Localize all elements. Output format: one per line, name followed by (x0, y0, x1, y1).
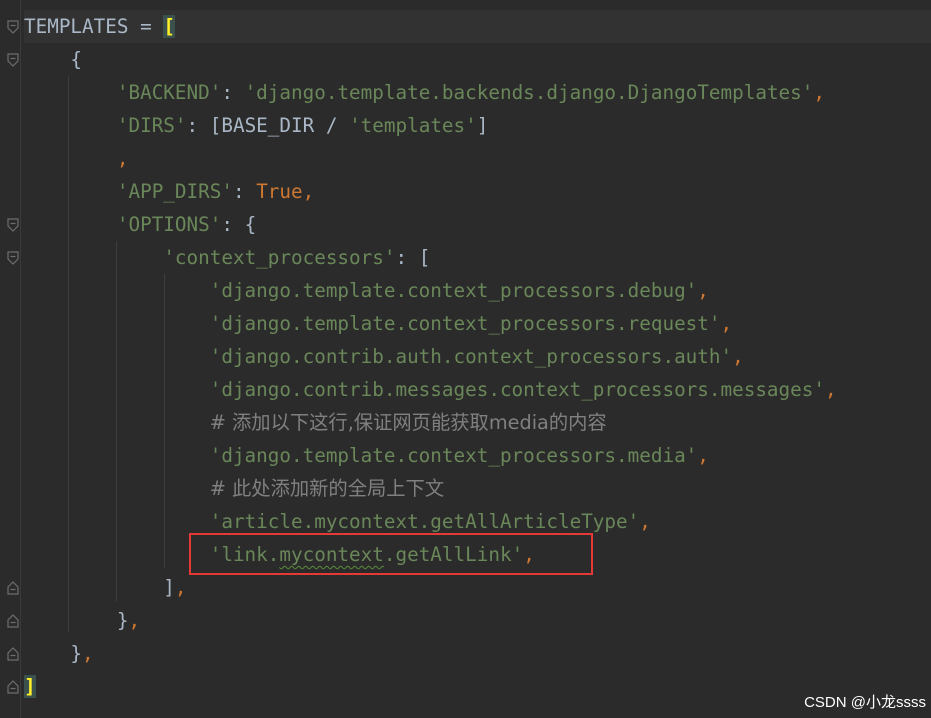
code-line[interactable]: }, (24, 604, 140, 637)
code-token: True (256, 180, 303, 203)
code-line[interactable]: 'django.template.context_processors.requ… (24, 307, 732, 340)
code-token: } (24, 609, 129, 632)
code-token: , (174, 576, 187, 599)
code-token: 'APP_DIRS' (116, 180, 233, 203)
code-token: , (813, 81, 825, 104)
code-token: ] (24, 675, 36, 698)
code-token: 'DIRS' (116, 114, 187, 137)
code-token: 'django.contrib.messages.context_process… (209, 378, 825, 401)
code-token: : [ (395, 246, 431, 269)
code-token: media (488, 411, 549, 434)
fold-close-icon[interactable] (6, 680, 20, 694)
fold-open-icon[interactable] (6, 251, 20, 265)
code-token: 'OPTIONS' (116, 213, 222, 236)
code-token: , (639, 510, 651, 533)
code-line[interactable]: { (24, 43, 82, 76)
code-line[interactable]: 'django.template.context_processors.medi… (24, 439, 709, 472)
code-line[interactable]: TEMPLATES = [ (24, 10, 175, 43)
code-token: ] (476, 114, 489, 137)
code-line[interactable]: 'DIRS': [BASE_DIR / 'templates'] (24, 109, 489, 142)
code-token: 'django.template.context_processors.debu… (209, 279, 698, 302)
code-line[interactable]: ] (24, 670, 36, 703)
watermark: CSDN @小龙ssss (804, 694, 926, 711)
code-line[interactable]: 'django.contrib.messages.context_process… (24, 373, 837, 406)
fold-open-icon[interactable] (6, 20, 20, 34)
code-line[interactable]: ], (24, 571, 187, 604)
code-line[interactable]: 'context_processors': [ (24, 241, 430, 274)
code-token: : (232, 180, 257, 203)
fold-open-icon[interactable] (6, 218, 20, 232)
code-line[interactable]: # 添加以下这行,保证网页能获取media的内容 (24, 406, 607, 439)
code-token: { (24, 48, 83, 71)
code-token: , (302, 180, 315, 203)
editor-gutter (0, 0, 24, 718)
code-line[interactable]: , (24, 142, 129, 175)
code-line[interactable]: 'django.contrib.auth.context_processors.… (24, 340, 744, 373)
code-token: 'article.mycontext.getAllArticleType' (209, 510, 640, 533)
code-token: = (128, 15, 164, 38)
code-token: 'templates' (349, 114, 477, 137)
code-line[interactable]: 'OPTIONS': { (24, 208, 256, 241)
code-token: 'django.template.context_processors.requ… (209, 312, 721, 335)
fold-close-icon[interactable] (6, 647, 20, 661)
code-token: # 添加以下这行,保证网页能获取 (209, 411, 489, 434)
code-token: 'django.template.backends.django.DjangoT… (244, 81, 814, 104)
code-token: , (697, 279, 709, 302)
code-token: : { (221, 213, 257, 236)
code-token: , (824, 378, 837, 401)
fold-close-icon[interactable] (6, 581, 20, 595)
code-token: , (128, 609, 141, 632)
annotation-highlight-box (189, 533, 593, 575)
code-token: } (24, 642, 83, 665)
code-editor[interactable]: TEMPLATES = [ { 'BACKEND': 'django.templ… (0, 0, 931, 718)
code-line[interactable]: 'APP_DIRS': True, (24, 175, 314, 208)
code-line[interactable]: # 此处添加新的全局上下文 (24, 472, 444, 505)
code-token: 'django.contrib.auth.context_processors.… (209, 345, 733, 368)
code-token: , (116, 147, 129, 170)
fold-open-icon[interactable] (6, 53, 20, 67)
code-token: , (732, 345, 744, 368)
code-token: ] (24, 576, 175, 599)
code-token: : (221, 81, 245, 104)
code-token: 的内容 (548, 411, 607, 434)
fold-close-icon[interactable] (6, 614, 20, 628)
code-line[interactable]: }, (24, 637, 94, 670)
code-token: 'django.template.context_processors.medi… (209, 444, 698, 467)
code-token: # 此处添加新的全局上下文 (209, 477, 445, 500)
code-token: TEMPLATES (24, 15, 129, 38)
code-token: 'context_processors' (163, 246, 396, 269)
code-token: , (697, 444, 709, 467)
code-token: , (82, 642, 94, 665)
code-token: 'BACKEND' (116, 81, 222, 104)
code-token: : [BASE_DIR / (186, 114, 350, 137)
code-line[interactable]: 'django.template.context_processors.debu… (24, 274, 709, 307)
code-line[interactable]: 'BACKEND': 'django.template.backends.dja… (24, 76, 825, 109)
gutter-divider (20, 0, 21, 718)
code-token: [ (163, 15, 175, 38)
code-token: , (720, 312, 733, 335)
